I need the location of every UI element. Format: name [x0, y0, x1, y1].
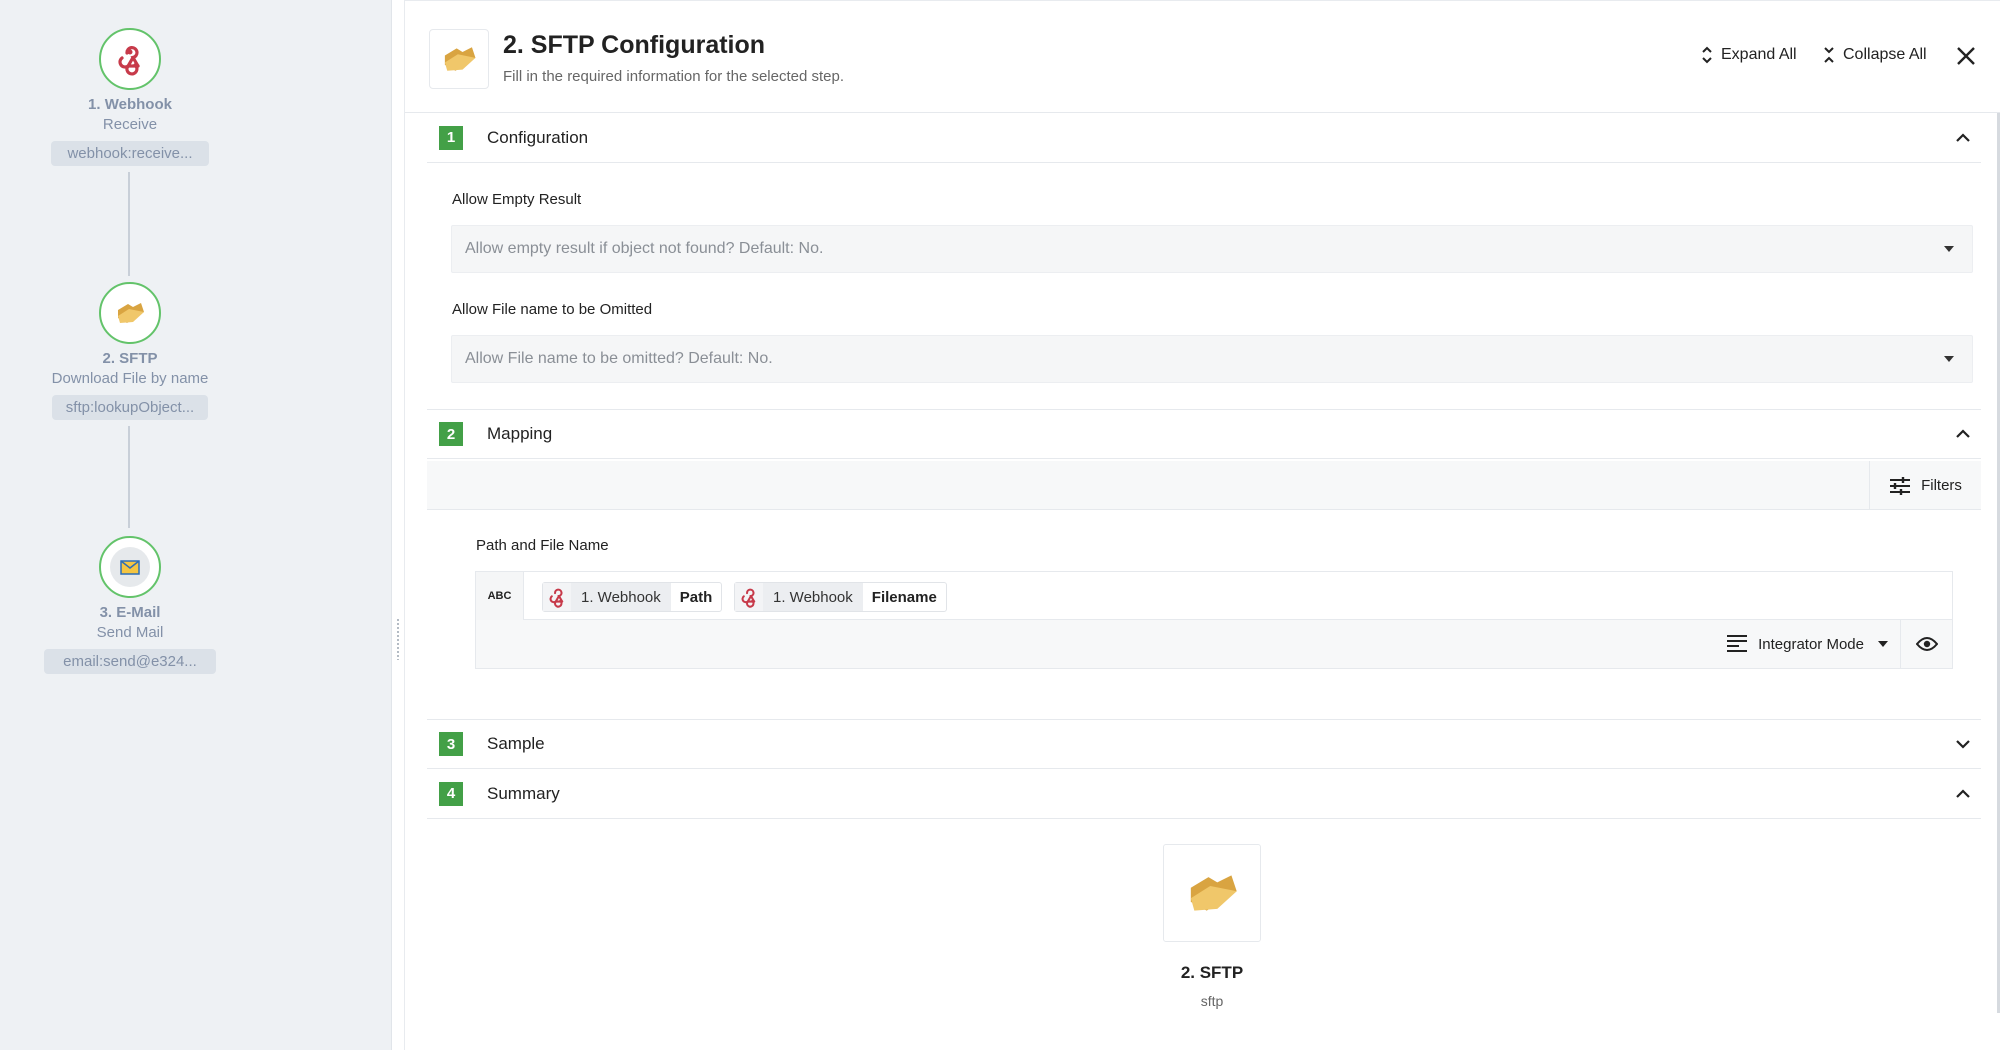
filter-sliders-icon	[1890, 476, 1911, 495]
chevron-down-icon	[1956, 740, 1970, 749]
token-source: 1. Webhook	[763, 583, 863, 611]
section-sample[interactable]: 3 Sample	[427, 719, 1981, 769]
summary-subtitle: sftp	[1200, 993, 1224, 1009]
filters-label: Filters	[1921, 477, 1962, 494]
node-subtitle: Send Mail	[96, 624, 164, 641]
webhook-icon	[543, 583, 571, 611]
node-subtitle: Download File by name	[51, 370, 209, 387]
allow-empty-placeholder: Allow empty result if object not found? …	[465, 240, 824, 257]
node-title: 3. E-Mail	[99, 604, 161, 621]
collapse-all-label: Collapse All	[1843, 46, 1927, 63]
section-configuration[interactable]: 1 Configuration	[427, 113, 1981, 163]
config-panel: 2. SFTP Configuration Fill in the requir…	[404, 0, 2000, 1050]
path-filename-mapping: ABC 1. Webhook Path 1. Webhook Filename …	[475, 571, 1953, 669]
expand-icon	[1702, 46, 1712, 64]
chevron-up-icon	[1956, 429, 1970, 438]
summary-step-card	[1163, 844, 1261, 942]
collapse-all-button[interactable]: Collapse All	[1823, 45, 1927, 65]
token-source: 1. Webhook	[571, 583, 671, 611]
panel-resize-handle[interactable]	[396, 618, 400, 660]
flow-node-webhook[interactable]: 1. Webhook Receive webhook:receive...	[0, 28, 260, 171]
collapse-icon	[1824, 47, 1834, 63]
summary-title: 2. SFTP	[1180, 963, 1244, 982]
section-label: Sample	[487, 734, 545, 753]
section-label: Summary	[487, 783, 560, 803]
allow-omit-placeholder: Allow File name to be omitted? Default: …	[465, 350, 773, 367]
flow-panel: 1. Webhook Receive webhook:receive... 2.…	[0, 0, 392, 1050]
flow-connector	[128, 172, 130, 276]
section-number: 2	[439, 422, 463, 446]
node-icon-circle	[99, 536, 161, 598]
section-label: Mapping	[487, 424, 553, 443]
allow-omit-label: Allow File name to be Omitted	[452, 301, 653, 318]
allow-omit-select[interactable]: Allow File name to be omitted? Default: …	[451, 335, 1973, 383]
chevron-up-icon	[1956, 132, 1970, 142]
node-title: 1. Webhook	[88, 96, 172, 113]
expand-all-button[interactable]: Expand All	[1701, 45, 1797, 65]
page-subtitle: Fill in the required information for the…	[503, 68, 845, 85]
allow-empty-select[interactable]: Allow empty result if object not found? …	[451, 225, 1973, 273]
mapping-token[interactable]: 1. Webhook Path	[542, 582, 723, 612]
integrator-mode-label: Integrator Mode	[1758, 635, 1864, 653]
flow-connector	[128, 426, 130, 528]
step-icon	[429, 29, 489, 89]
section-number: 3	[439, 732, 463, 756]
webhook-icon	[118, 46, 140, 76]
eye-icon	[1915, 637, 1938, 651]
node-chip: email:send@e324...	[44, 649, 216, 674]
node-chip: sftp:lookupObject...	[52, 395, 208, 420]
chevron-up-icon	[1956, 788, 1970, 798]
mapping-expression[interactable]: ABC 1. Webhook Path 1. Webhook Filename	[476, 572, 1952, 620]
node-title: 2. SFTP	[102, 350, 158, 367]
envelope-icon	[120, 560, 140, 575]
token-field: Filename	[871, 588, 937, 606]
page-title: 2. SFTP Configuration	[503, 31, 766, 59]
mapping-toolbar: Filters	[427, 461, 1981, 510]
path-filename-label: Path and File Name	[476, 537, 609, 554]
close-icon[interactable]	[1953, 43, 1979, 69]
flow-node-email[interactable]: 3. E-Mail Send Mail email:send@e324...	[0, 536, 260, 679]
section-summary[interactable]: 4 Summary	[427, 769, 1981, 819]
string-type-badge: ABC	[476, 572, 524, 620]
webhook-icon	[735, 583, 763, 611]
node-icon-circle	[99, 28, 161, 90]
caret-down-icon	[1944, 246, 1954, 252]
preview-button[interactable]	[1900, 620, 1952, 668]
section-label: Configuration	[487, 127, 589, 147]
mapping-footer: Integrator Mode	[476, 620, 1952, 668]
section-number: 1	[439, 125, 463, 150]
mapping-token[interactable]: 1. Webhook Filename	[734, 582, 947, 612]
integrator-mode-dropdown[interactable]: Integrator Mode	[1726, 620, 1888, 668]
expand-all-label: Expand All	[1721, 46, 1797, 63]
flow-node-sftp[interactable]: 2. SFTP Download File by name sftp:looku…	[0, 282, 260, 425]
filters-button[interactable]: Filters	[1869, 461, 1981, 510]
allow-empty-label: Allow Empty Result	[452, 191, 582, 208]
folder-icon	[444, 47, 476, 71]
folder-icon	[118, 303, 144, 323]
caret-down-icon	[1944, 356, 1954, 362]
folder-icon	[1190, 875, 1237, 911]
text-lines-icon	[1727, 635, 1748, 652]
caret-down-icon	[1878, 641, 1888, 647]
node-chip: webhook:receive...	[51, 141, 209, 166]
section-number: 4	[439, 781, 463, 806]
node-icon-circle	[99, 282, 161, 344]
section-mapping[interactable]: 2 Mapping	[427, 409, 1981, 459]
node-subtitle: Receive	[102, 116, 158, 133]
token-field: Path	[679, 588, 713, 606]
panel-header: 2. SFTP Configuration Fill in the requir…	[405, 1, 2000, 113]
